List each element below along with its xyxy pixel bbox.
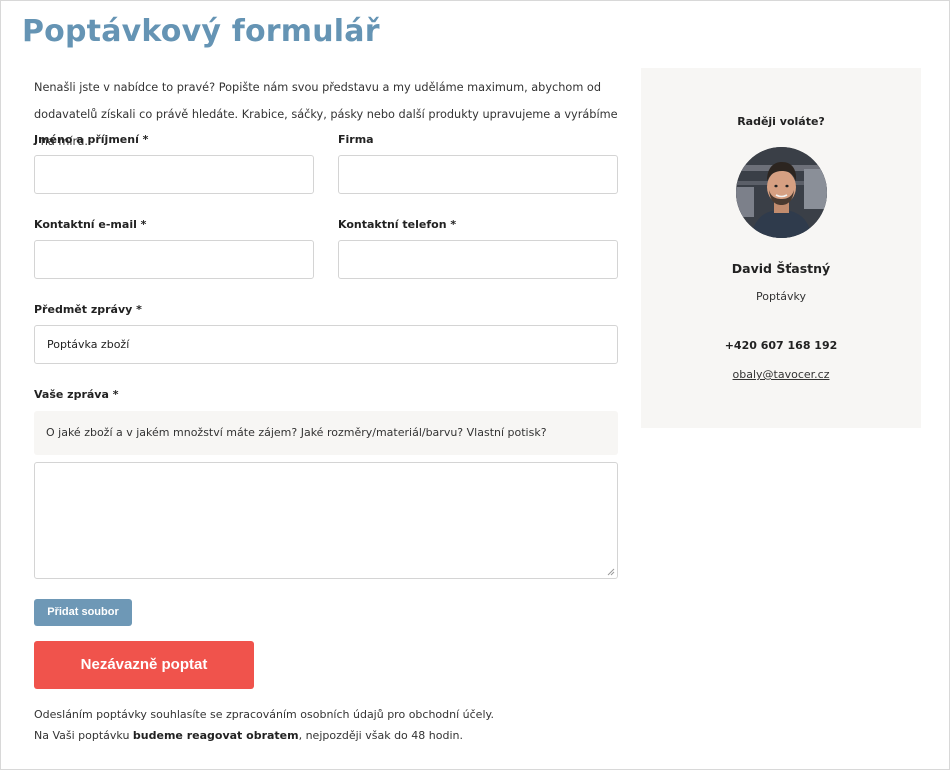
contact-card: Raději voláte? David Šťastný Poptávky +4… — [641, 68, 921, 428]
contact-phone-link[interactable]: +420 607 168 192 — [641, 339, 921, 352]
contact-name: David Šťastný — [731, 261, 831, 276]
subject-label: Předmět zprávy * — [34, 303, 142, 316]
name-field[interactable] — [34, 155, 314, 194]
company-label: Firma — [338, 133, 374, 146]
consent-text: Odesláním poptávky souhlasíte se zpracov… — [34, 708, 494, 721]
contact-heading: Raději voláte? — [737, 115, 825, 128]
subject-field[interactable] — [34, 325, 618, 364]
email-field[interactable] — [34, 240, 314, 279]
avatar-photo — [736, 147, 827, 238]
avatar — [736, 147, 827, 238]
add-file-button[interactable]: Přidat soubor — [34, 599, 132, 626]
company-field[interactable] — [338, 155, 618, 194]
message-label: Vaše zpráva * — [34, 388, 119, 401]
message-textarea[interactable] — [34, 462, 618, 579]
contact-role: Poptávky — [755, 290, 806, 303]
response-note-emphasis: budeme reagovat obratem — [132, 729, 299, 742]
email-label: Kontaktní e-mail * — [34, 218, 147, 231]
page-title: Poptávkový formulář — [22, 14, 380, 49]
message-hint: O jaké zboží a v jakém množství máte záj… — [34, 411, 618, 455]
phone-field[interactable] — [338, 240, 618, 279]
response-note: Na Vaši poptávku budeme reagovat obratem… — [34, 729, 463, 742]
contact-email-link[interactable]: obaly@tavocer.cz — [733, 368, 830, 381]
submit-inquiry-button[interactable]: Nezávazně poptat — [34, 641, 254, 689]
phone-label: Kontaktní telefon * — [338, 218, 457, 231]
name-label: Jméno a příjmení * — [34, 133, 149, 146]
resize-handle-icon[interactable] — [607, 568, 615, 576]
